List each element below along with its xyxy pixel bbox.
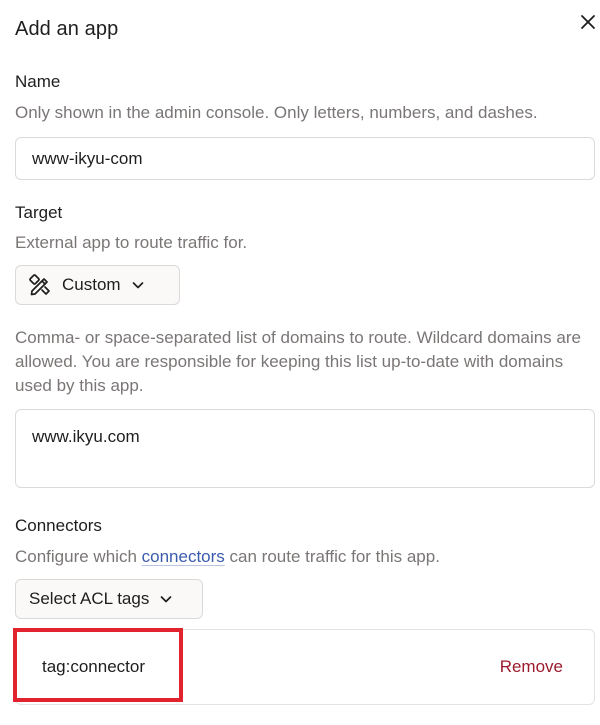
target-dropdown-label: Custom [62,275,121,294]
connectors-label: Connectors [15,516,102,535]
tag-name: tag:connector [42,657,146,676]
chevron-down-icon [159,592,173,606]
add-app-dialog: Add an app Name Only shown in the admin … [0,0,600,725]
close-icon [581,15,595,29]
connectors-link[interactable]: connectors [142,547,225,566]
target-label: Target [15,203,63,222]
connectors-description: Configure which connectors can route tra… [15,545,440,569]
select-acl-tags-button[interactable]: Select ACL tags [15,579,203,619]
target-description: External app to route traffic for. [15,233,248,252]
tag-row: tag:connector Remove [15,629,595,705]
dialog-title: Add an app [15,18,119,40]
chevron-down-icon [131,278,145,292]
custom-tools-icon [29,274,50,296]
connectors-description-after: can route traffic for this app. [224,547,440,566]
name-label: Name [15,72,61,91]
domains-description: Comma- or space-separated list of domain… [15,328,581,395]
remove-tag-button[interactable]: Remove [500,657,563,677]
target-dropdown-button[interactable]: Custom [15,265,180,305]
name-input[interactable]: www-ikyu-com [15,137,595,180]
close-button[interactable] [576,10,600,34]
domains-textarea[interactable]: www.ikyu.com [15,409,595,488]
select-acl-tags-label: Select ACL tags [29,589,150,608]
name-description: Only shown in the admin console. Only le… [15,103,538,122]
connectors-description-before: Configure which [15,547,142,566]
